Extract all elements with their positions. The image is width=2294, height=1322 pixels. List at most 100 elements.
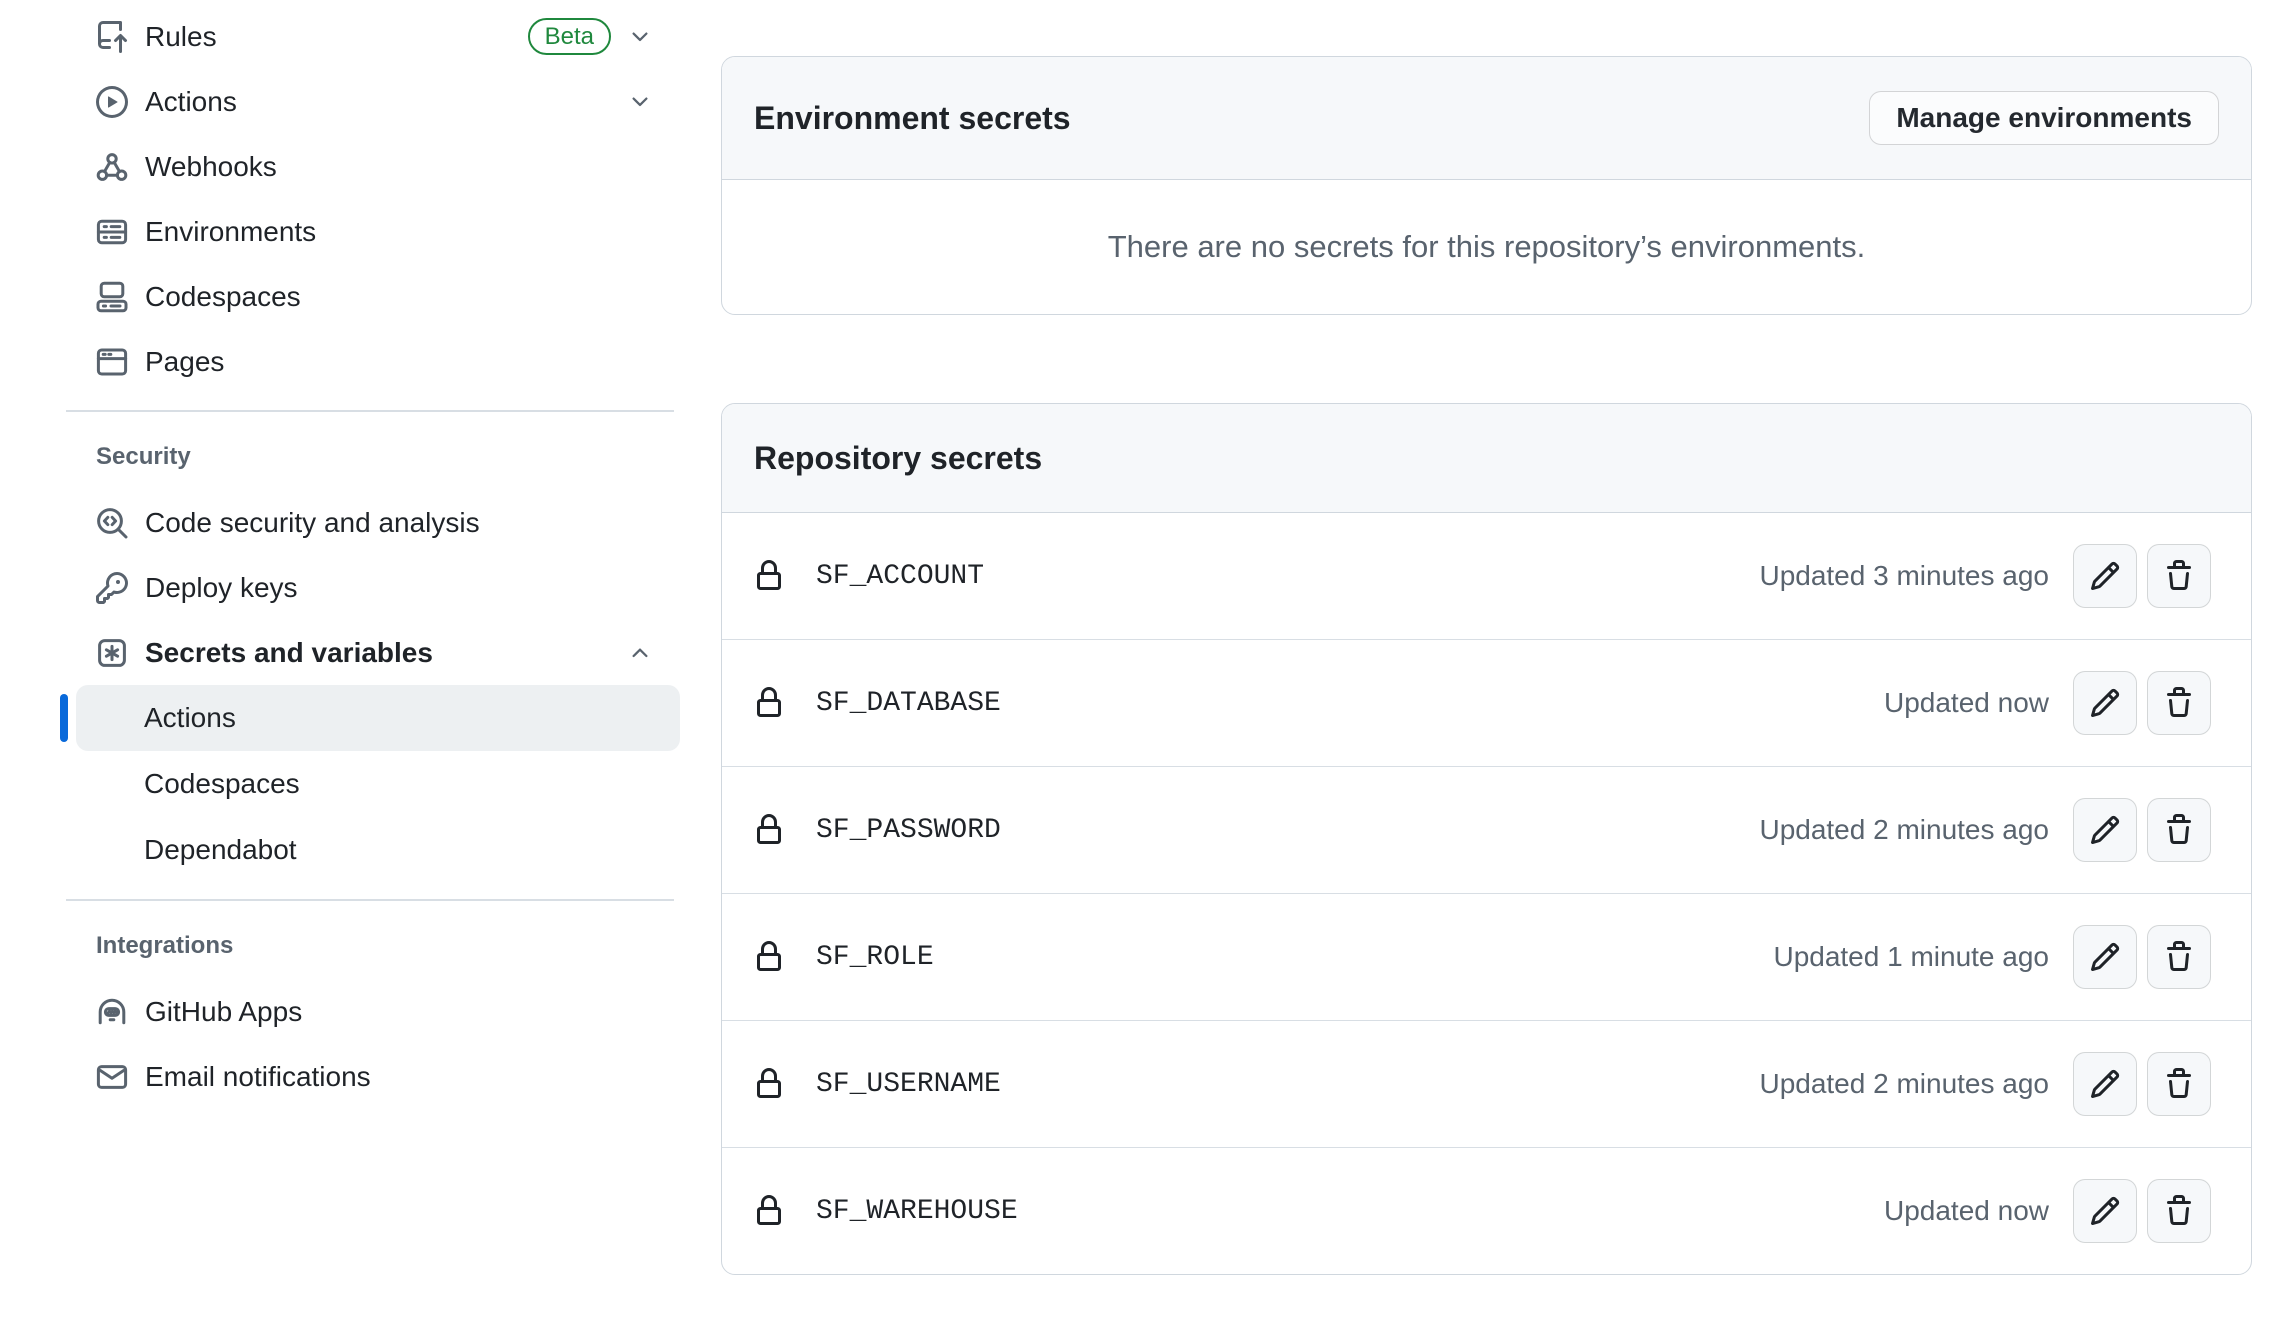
settings-sidebar: Rules Beta Actions Webhooks Environments…	[60, 4, 680, 1109]
codespaces-icon	[96, 281, 128, 313]
repository-secrets-header: Repository secrets	[722, 404, 2251, 513]
secret-row: SF_ROLE Updated 1 minute ago	[722, 893, 2251, 1020]
repository-secrets-title: Repository secrets	[754, 440, 1042, 477]
pencil-icon	[2089, 687, 2121, 719]
sidebar-subitem-codespaces[interactable]: Codespaces	[76, 751, 680, 817]
secret-name: SF_WAREHOUSE	[816, 1196, 1018, 1227]
delete-secret-button[interactable]	[2147, 1052, 2211, 1116]
lock-icon	[753, 1195, 785, 1227]
sidebar-item-codespaces[interactable]: Codespaces	[60, 264, 680, 329]
sidebar-subitem-label: Codespaces	[144, 768, 300, 800]
secret-row: SF_USERNAME Updated 2 minutes ago	[722, 1020, 2251, 1147]
sidebar-item-pages[interactable]: Pages	[60, 329, 680, 394]
secret-name: SF_ROLE	[816, 942, 934, 973]
delete-secret-button[interactable]	[2147, 544, 2211, 608]
sidebar-subitem-dependabot[interactable]: Dependabot	[76, 817, 680, 883]
manage-environments-button[interactable]: Manage environments	[1869, 91, 2219, 145]
sidebar-item-label: GitHub Apps	[145, 998, 302, 1026]
beta-badge: Beta	[528, 18, 611, 55]
chevron-up-icon	[628, 641, 652, 665]
trash-icon	[2163, 1195, 2195, 1227]
lock-icon	[753, 941, 785, 973]
sidebar-item-label: Actions	[145, 88, 237, 116]
pencil-icon	[2089, 1195, 2121, 1227]
sidebar-item-label: Environments	[145, 218, 316, 246]
secret-updated-text: Updated 2 minutes ago	[1759, 1068, 2049, 1100]
pencil-icon	[2089, 1068, 2121, 1100]
edit-secret-button[interactable]	[2073, 1179, 2137, 1243]
chevron-down-icon	[628, 90, 652, 114]
sidebar-divider	[66, 899, 674, 901]
secret-name: SF_PASSWORD	[816, 815, 1001, 846]
secret-row: SF_PASSWORD Updated 2 minutes ago	[722, 766, 2251, 893]
secret-updated-text: Updated now	[1884, 1195, 2049, 1227]
edit-secret-button[interactable]	[2073, 544, 2137, 608]
secrets-main-content: Environment secrets Manage environments …	[721, 56, 2252, 1275]
key-icon	[96, 572, 128, 604]
trash-icon	[2163, 941, 2195, 973]
sidebar-item-label: Deploy keys	[145, 574, 298, 602]
trash-icon	[2163, 814, 2195, 846]
sidebar-item-label: Code security and analysis	[145, 509, 480, 537]
sidebar-item-deploy-keys[interactable]: Deploy keys	[60, 555, 680, 620]
play-icon	[96, 86, 128, 118]
edit-secret-button[interactable]	[2073, 798, 2137, 862]
lock-icon	[753, 687, 785, 719]
webhook-icon	[96, 151, 128, 183]
environment-secrets-header: Environment secrets Manage environments	[722, 57, 2251, 180]
sidebar-item-github-apps[interactable]: GitHub Apps	[60, 979, 680, 1044]
environment-secrets-card: Environment secrets Manage environments …	[721, 56, 2252, 315]
sidebar-subitem-actions[interactable]: Actions	[76, 685, 680, 751]
sidebar-item-environments[interactable]: Environments	[60, 199, 680, 264]
sidebar-subitem-label: Dependabot	[144, 834, 297, 866]
section-label-integrations: Integrations	[96, 931, 680, 961]
pencil-icon	[2089, 814, 2121, 846]
server-icon	[96, 216, 128, 248]
secret-updated-text: Updated 2 minutes ago	[1759, 814, 2049, 846]
lock-icon	[753, 1068, 785, 1100]
rules-icon	[96, 21, 128, 53]
section-label-security: Security	[96, 442, 680, 472]
edit-secret-button[interactable]	[2073, 925, 2137, 989]
sidebar-item-label: Rules	[145, 23, 217, 51]
rules-trailing: Beta	[528, 18, 652, 55]
codescan-icon	[96, 507, 128, 539]
sidebar-item-label: Webhooks	[145, 153, 277, 181]
sidebar-item-code-security[interactable]: Code security and analysis	[60, 490, 680, 555]
sidebar-item-actions[interactable]: Actions	[60, 69, 680, 134]
secret-updated-text: Updated 1 minute ago	[1773, 941, 2049, 973]
environment-secrets-title: Environment secrets	[754, 100, 1071, 137]
secret-name: SF_DATABASE	[816, 688, 1001, 719]
environment-secrets-empty-message: There are no secrets for this repository…	[722, 180, 2251, 314]
sidebar-item-label: Email notifications	[145, 1063, 371, 1091]
trash-icon	[2163, 1068, 2195, 1100]
secret-row: SF_ACCOUNT Updated 3 minutes ago	[722, 513, 2251, 639]
edit-secret-button[interactable]	[2073, 1052, 2137, 1116]
repository-secrets-card: Repository secrets SF_ACCOUNT Updated 3 …	[721, 403, 2252, 1275]
secret-updated-text: Updated now	[1884, 687, 2049, 719]
mail-icon	[96, 1061, 128, 1093]
repository-settings-page: Rules Beta Actions Webhooks Environments…	[0, 0, 2294, 1322]
secret-updated-text: Updated 3 minutes ago	[1759, 560, 2049, 592]
trash-icon	[2163, 560, 2195, 592]
delete-secret-button[interactable]	[2147, 798, 2211, 862]
delete-secret-button[interactable]	[2147, 925, 2211, 989]
asterisk-box-icon	[96, 637, 128, 669]
secret-row: SF_DATABASE Updated now	[722, 639, 2251, 766]
pencil-icon	[2089, 560, 2121, 592]
lock-icon	[753, 814, 785, 846]
sidebar-item-webhooks[interactable]: Webhooks	[60, 134, 680, 199]
sidebar-item-label: Secrets and variables	[145, 639, 433, 667]
delete-secret-button[interactable]	[2147, 671, 2211, 735]
delete-secret-button[interactable]	[2147, 1179, 2211, 1243]
hubot-icon	[96, 996, 128, 1028]
edit-secret-button[interactable]	[2073, 671, 2137, 735]
sidebar-item-email-notifications[interactable]: Email notifications	[60, 1044, 680, 1109]
sidebar-item-secrets-and-variables[interactable]: Secrets and variables	[60, 620, 680, 685]
sidebar-subitem-label: Actions	[144, 702, 236, 734]
browser-icon	[96, 346, 128, 378]
sidebar-item-label: Pages	[145, 348, 224, 376]
pencil-icon	[2089, 941, 2121, 973]
sidebar-item-rules[interactable]: Rules Beta	[60, 4, 680, 69]
sidebar-item-label: Codespaces	[145, 283, 301, 311]
